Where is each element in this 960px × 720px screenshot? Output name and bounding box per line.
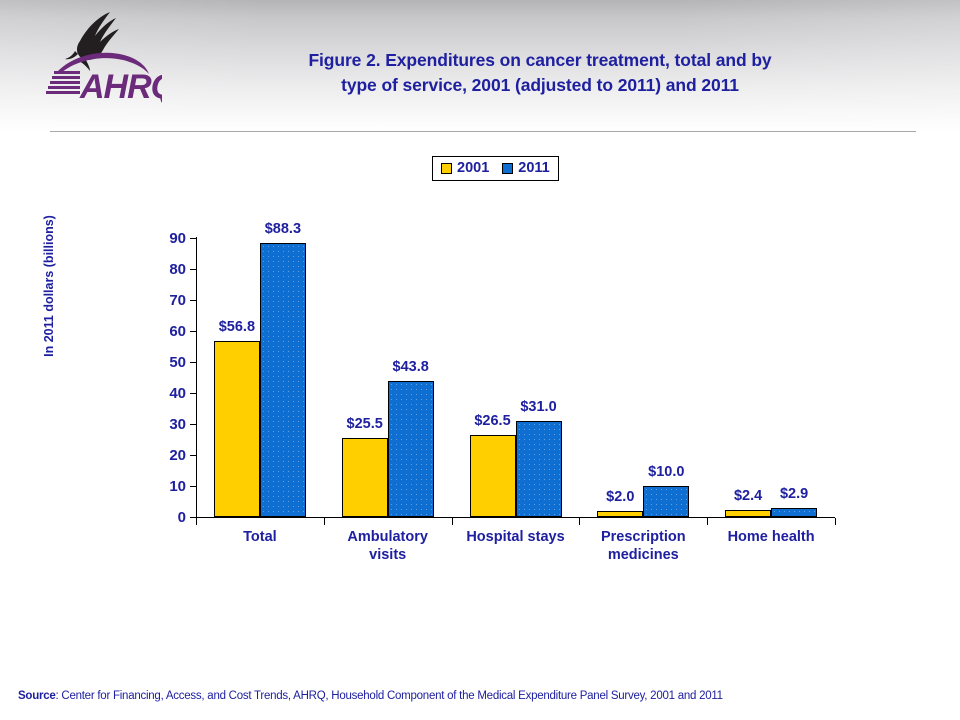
- bar-2011: [259, 243, 306, 517]
- bar-value-label: $43.8: [392, 359, 429, 376]
- y-axis-tick-mark: [190, 269, 196, 270]
- y-axis-tick-label: 0: [177, 509, 186, 526]
- y-axis-tick-label: 20: [169, 447, 186, 464]
- bar-2011: [643, 486, 690, 517]
- bar-value-label: $2.0: [606, 488, 635, 505]
- y-axis-tick-mark: [190, 362, 196, 363]
- bar-value-label: $26.5: [474, 412, 511, 429]
- y-axis-tick-mark: [190, 238, 196, 239]
- x-axis-tick-mark: [579, 518, 581, 525]
- bar-2001: [213, 340, 260, 517]
- y-axis-tick-label: 50: [169, 354, 186, 371]
- x-axis-tick-mark: [835, 518, 836, 525]
- y-axis-tick-label: 40: [169, 385, 186, 402]
- y-axis-tick-label: 30: [169, 416, 186, 433]
- bar-value-label: $31.0: [520, 398, 557, 415]
- bar-value-label: $10.0: [648, 464, 685, 480]
- bar-value-label: $56.8: [218, 318, 256, 335]
- x-axis-tick-mark: [707, 518, 709, 525]
- y-axis-tick-mark: [190, 424, 196, 425]
- y-axis-tick-label: 90: [169, 230, 186, 247]
- bar-2011: [515, 420, 562, 517]
- y-axis-tick-mark: [190, 300, 196, 301]
- y-axis-tick-label: 70: [169, 292, 186, 309]
- bar-2011: [771, 508, 818, 517]
- x-axis-category-label: Home health: [727, 529, 815, 545]
- bar-value-label: $88.3: [264, 221, 302, 238]
- source-note: Source: Center for Financing, Access, an…: [18, 690, 723, 702]
- bar-value-label: $25.5: [346, 415, 383, 432]
- x-axis-tick-mark: [323, 518, 325, 525]
- y-axis-tick-mark: [190, 331, 196, 332]
- bar-2001: [725, 509, 772, 517]
- y-axis-line: [196, 237, 197, 518]
- y-axis-tick-mark: [190, 486, 196, 487]
- y-axis-tick-label: 10: [169, 478, 186, 495]
- y-axis-tick-label: 60: [169, 323, 186, 340]
- bar-value-label: $2.9: [779, 486, 809, 502]
- bar-2001: [469, 434, 516, 517]
- bar-2001: [597, 510, 644, 517]
- x-axis-line: [196, 517, 835, 518]
- x-axis-tick-mark: [196, 518, 197, 525]
- y-axis-tick-label: 80: [169, 261, 186, 278]
- y-axis-tick-mark: [190, 393, 196, 394]
- y-axis-tick-mark: [190, 455, 196, 456]
- bar-2001: [341, 437, 388, 517]
- x-axis-tick-mark: [451, 518, 453, 525]
- bar-2011: [387, 381, 434, 517]
- bar-chart: In 2011 dollars (billions) 0 10 20 30 40 50 60…: [0, 0, 960, 720]
- source-note-text: : Center for Financing, Access, and Cost…: [55, 690, 724, 702]
- source-note-prefix: Source: [18, 690, 56, 702]
- y-axis-title: In 2011 dollars (billions): [42, 215, 56, 357]
